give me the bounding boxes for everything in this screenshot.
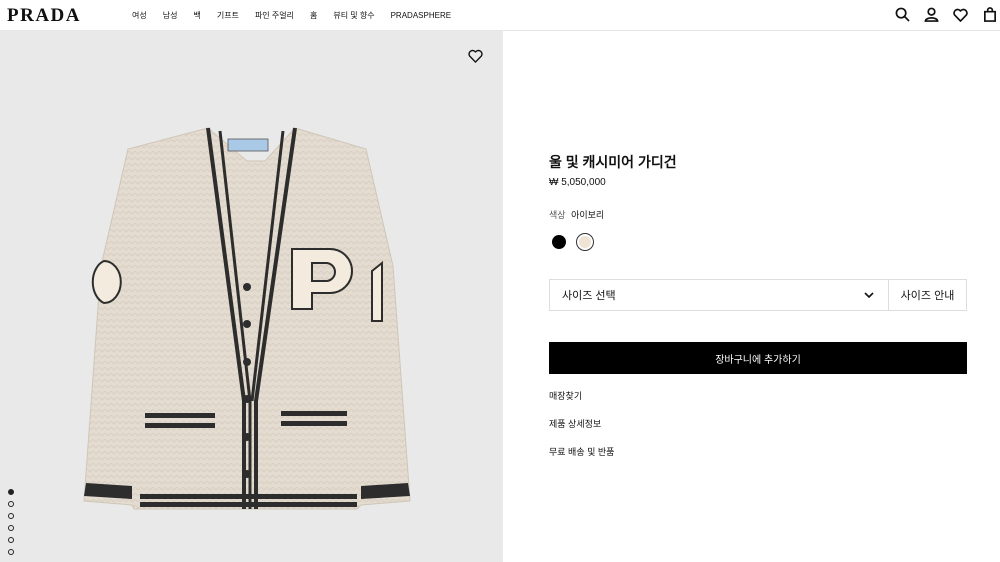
nav-women[interactable]: 여성 <box>132 10 147 21</box>
color-swatch-black[interactable] <box>552 235 566 249</box>
color-swatch-ivory[interactable] <box>576 233 594 251</box>
color-label: 색상 <box>549 210 566 220</box>
nav-bags[interactable]: 백 <box>193 10 200 21</box>
product-price: ₩ 5,050,000 <box>549 177 606 188</box>
ivory-cardigan-photo <box>83 127 411 510</box>
nav-pradasphere[interactable]: PRADASPHERE <box>391 11 451 20</box>
site-header: PRADA 여성 남성 백 기프트 파인 주얼리 홈 뷰티 및 향수 PRADA… <box>0 0 1000 31</box>
product-title: 울 및 캐시미어 가디건 <box>549 154 677 170</box>
prada-logo[interactable]: PRADA <box>7 5 81 27</box>
chevron-down-icon <box>864 291 874 298</box>
nav-home[interactable]: 홈 <box>310 10 317 21</box>
size-controls: 사이즈 선택 사이즈 안내 <box>549 279 967 311</box>
gallery-dot-5[interactable] <box>8 537 14 543</box>
add-to-cart-button[interactable]: 장바구니에 추가하기 <box>549 342 967 374</box>
nav-beauty[interactable]: 뷰티 및 향수 <box>333 10 374 21</box>
color-value: 아이보리 <box>571 210 605 220</box>
wishlist-heart-icon[interactable] <box>468 49 486 65</box>
gallery-dot-3[interactable] <box>8 513 14 519</box>
size-select[interactable]: 사이즈 선택 <box>550 280 889 310</box>
product-details-link[interactable]: 제품 상세정보 <box>549 417 601 430</box>
search-icon[interactable] <box>894 6 911 23</box>
gallery-dot-6[interactable] <box>8 549 14 555</box>
nav-men[interactable]: 남성 <box>163 10 178 21</box>
gallery-dot-2[interactable] <box>8 501 14 507</box>
size-guide-link[interactable]: 사이즈 안내 <box>889 280 966 310</box>
shipping-returns-link[interactable]: 무료 배송 및 반품 <box>549 445 614 458</box>
main-nav: 여성 남성 백 기프트 파인 주얼리 홈 뷰티 및 향수 PRADASPHERE <box>124 0 459 30</box>
gallery-dot-1[interactable] <box>8 489 14 495</box>
gallery-pagination <box>8 489 14 561</box>
product-gallery[interactable] <box>0 31 503 562</box>
bag-icon[interactable] <box>981 6 998 23</box>
account-icon[interactable] <box>923 6 940 23</box>
store-locator-link[interactable]: 매장찾기 <box>549 389 582 402</box>
size-select-label: 사이즈 선택 <box>562 290 616 302</box>
nav-fine-jewelry[interactable]: 파인 주얼리 <box>255 10 294 21</box>
gallery-dot-4[interactable] <box>8 525 14 531</box>
wishlist-icon[interactable] <box>952 6 969 23</box>
header-actions <box>882 6 998 23</box>
color-row: 색상 아이보리 <box>549 208 604 221</box>
nav-gifts[interactable]: 기프트 <box>217 10 239 21</box>
